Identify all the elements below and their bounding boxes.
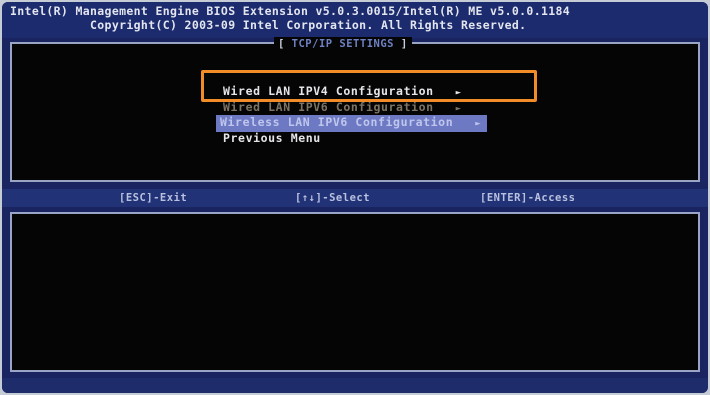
key-enter-hint: [ENTER]-Access — [480, 192, 576, 204]
header-copyright: Copyright(C) 2003-09 Intel Corporation. … — [90, 18, 527, 32]
menu-item-label: Previous Menu — [223, 131, 321, 145]
bracket-right-icon: ] — [400, 38, 408, 50]
menu-item-label: Wired LAN IPV6 Configuration — [223, 100, 434, 114]
panel-title-text: TCP/IP SETTINGS — [291, 38, 394, 50]
panel-title: [ TCP/IP SETTINGS ] — [274, 37, 412, 51]
submenu-arrow-icon: ► — [475, 119, 482, 129]
key-select-hint: [↑↓]-Select — [295, 192, 371, 204]
header: Intel(R) Management Engine BIOS Extensio… — [2, 2, 708, 38]
menu-panel: Wired LAN IPV4 Configuration ► Wired LAN … — [10, 42, 700, 182]
menu-item-label: Wireless LAN IPV6 Configuration — [220, 115, 454, 129]
header-title: Intel(R) Management Engine BIOS Extensio… — [10, 4, 571, 18]
menu-item-previous-menu[interactable]: Previous Menu — [223, 131, 321, 146]
info-panel — [10, 212, 700, 372]
key-esc-hint: [ESC]-Exit — [119, 192, 188, 204]
menu-item-wireless-ipv6[interactable]: Wireless LAN IPV6 Configuration ► — [216, 115, 488, 132]
key-help-bar: [ESC]-Exit [↑↓]-Select [ENTER]-Access — [2, 189, 708, 207]
status-bar — [2, 378, 708, 393]
mebx-screen: Intel(R) Management Engine BIOS Extensio… — [2, 2, 708, 393]
highlight-outline — [201, 70, 537, 102]
bracket-left-icon: [ — [278, 38, 285, 50]
